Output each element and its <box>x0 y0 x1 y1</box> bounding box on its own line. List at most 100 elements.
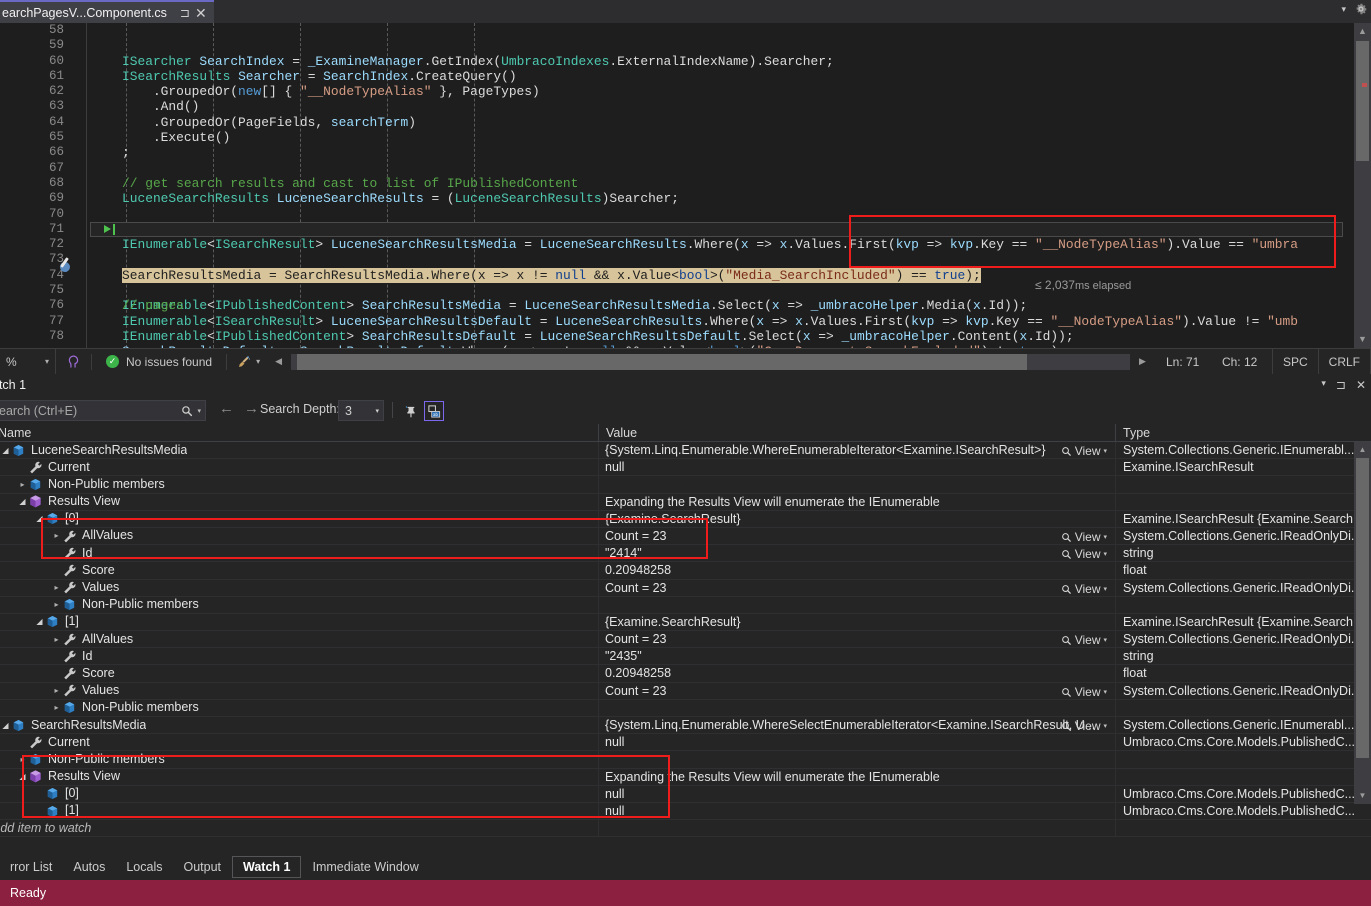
add-watch-row[interactable]: Add item to watch <box>0 820 1371 838</box>
column-divider-1[interactable] <box>598 424 599 442</box>
expander-expanded-icon[interactable]: ◢ <box>34 614 45 630</box>
chevron-down-icon-cleanup[interactable]: ▾ <box>256 357 260 366</box>
watch-row[interactable]: ▸ Values Count = 23 View ▾ System.Collections… <box>0 682 1371 700</box>
eol-indicator[interactable]: CRLF <box>1317 349 1371 374</box>
watch-cell-value[interactable]: {System.Linq.Enumerable.WhereEnumerableI… <box>600 442 1113 458</box>
watch-row[interactable]: ▸ Non-Public members <box>0 751 1371 769</box>
watch-cell-value[interactable] <box>600 751 1113 767</box>
magnifier-view-button[interactable]: View ▾ <box>1061 443 1107 458</box>
watch-cell-value[interactable]: "2414" View ▾ <box>600 545 1113 561</box>
expander-expanded-icon[interactable]: ◢ <box>17 494 28 510</box>
watch-row[interactable]: ▸ Non-Public members <box>0 476 1371 494</box>
watch-cell-value[interactable]: null <box>600 734 1113 750</box>
search-depth-chevron-icon[interactable]: ▾ <box>375 407 379 415</box>
view-dropdown-icon[interactable]: ▾ <box>1103 443 1107 458</box>
expander-collapsed-icon[interactable]: ▸ <box>51 580 62 596</box>
spaces-indicator[interactable]: SPC <box>1271 349 1318 374</box>
gear-icon[interactable] <box>1354 2 1368 16</box>
watch-row[interactable]: ▸ Non-Public members <box>0 596 1371 614</box>
expander-expanded-icon[interactable]: ◢ <box>34 511 45 527</box>
code-cleanup-button[interactable]: ▾ <box>227 349 270 374</box>
search-input[interactable]: earch (Ctrl+E) ▾ <box>0 400 206 421</box>
debug-tab-watch-1[interactable]: Watch 1 <box>232 855 302 878</box>
search-previous-button[interactable]: ← <box>216 400 237 417</box>
watch-cell-value[interactable]: Expanding the Results View will enumerat… <box>600 769 1113 785</box>
expander-collapsed-icon[interactable]: ▸ <box>17 476 28 492</box>
issues-indicator[interactable]: ✓ No issues found <box>92 349 226 374</box>
hscroll-left-arrow-icon[interactable]: ◀ <box>270 356 287 367</box>
watch-scroll-up-icon[interactable]: ▲ <box>1354 442 1371 458</box>
editor-horizontal-scrollbar[interactable] <box>291 353 1131 370</box>
pin-variable-button[interactable] <box>400 401 420 421</box>
expander-expanded-icon[interactable]: ◢ <box>17 769 28 785</box>
watch-row[interactable]: ◢ Results View Expanding the Results View … <box>0 493 1371 511</box>
magnifier-view-button[interactable]: View ▾ <box>1061 632 1107 647</box>
magnifier-view-button[interactable]: View ▾ <box>1061 684 1107 699</box>
expander-collapsed-icon[interactable]: ▸ <box>51 683 62 699</box>
panel-pin-icon[interactable]: ⊐ <box>1336 378 1346 392</box>
debug-tab-rror-list[interactable]: rror List <box>0 857 62 877</box>
expander-collapsed-icon[interactable]: ▸ <box>51 597 62 613</box>
watch-cell-value[interactable]: Expanding the Results View will enumerat… <box>600 494 1113 510</box>
magnifier-view-button[interactable]: View ▾ <box>1061 581 1107 596</box>
watch-row[interactable]: ◢ [1] {Examine.SearchResult} Examine.ISearc… <box>0 613 1371 632</box>
view-dropdown-icon[interactable]: ▾ <box>1103 529 1107 544</box>
view-dropdown-icon[interactable]: ▾ <box>1103 632 1107 647</box>
column-divider-2[interactable] <box>1115 424 1116 442</box>
watch-row[interactable]: ◢ [0] {Examine.SearchResult} Examine.ISearc… <box>0 510 1371 528</box>
panel-close-icon[interactable]: ✕ <box>1356 378 1366 392</box>
editor-vertical-scrollbar[interactable]: ▲ ▼ <box>1354 23 1371 348</box>
watch-cell-value[interactable]: {System.Linq.Enumerable.WhereSelectEnume… <box>600 717 1113 733</box>
expander-expanded-icon[interactable]: ◢ <box>0 442 11 458</box>
search-depth-combo[interactable]: 3 ▾ <box>338 400 384 421</box>
watch-row[interactable]: ◢ SearchResultsMedia {System.Linq.Enumerab… <box>0 717 1371 735</box>
watch-row[interactable]: ◢ LuceneSearchResultsMedia {System.Linq.En… <box>0 442 1371 460</box>
watch-cell-value[interactable] <box>600 700 1113 716</box>
chevron-down-icon[interactable]: ▾ <box>45 357 49 366</box>
watch-cell-value[interactable] <box>600 476 1113 492</box>
watch-row[interactable]: Current null Umbraco.Cms.Core.Models.Publi… <box>0 734 1371 752</box>
hscroll-right-arrow-icon[interactable]: ▶ <box>1134 356 1160 367</box>
watch-cell-value[interactable]: Count = 23 View ▾ <box>600 631 1113 647</box>
scroll-down-arrow-icon[interactable]: ▼ <box>1354 331 1371 348</box>
editor-scroll-thumb[interactable] <box>1356 41 1369 161</box>
document-tab[interactable]: earchPagesV...Component.cs ⊐ ✕ <box>0 0 214 23</box>
debug-tab-locals[interactable]: Locals <box>116 857 172 877</box>
watch-cell-value[interactable] <box>600 597 1113 613</box>
magnifier-view-button[interactable]: View ▾ <box>1061 718 1107 733</box>
watch-cell-value[interactable]: null <box>600 459 1113 475</box>
watch-row[interactable]: ▸ Values Count = 23 View ▾ System.Collections… <box>0 579 1371 597</box>
column-header-type[interactable]: Type <box>1117 424 1150 442</box>
magnifier-view-button[interactable]: View ▾ <box>1061 546 1107 561</box>
panel-menu-icon[interactable]: ▾ <box>1321 378 1326 392</box>
expander-collapsed-icon[interactable]: ▸ <box>51 700 62 716</box>
watch-scroll-down-icon[interactable]: ▼ <box>1354 788 1371 804</box>
watch-vertical-scrollbar[interactable]: ▲ ▼ <box>1354 442 1371 804</box>
debug-tab-output[interactable]: Output <box>173 857 231 877</box>
watch-row[interactable]: [1] null Umbraco.Cms.Core.Models.Published… <box>0 802 1371 821</box>
expander-collapsed-icon[interactable]: ▸ <box>17 751 28 767</box>
watch-row[interactable]: Current null Examine.ISearchResult <box>0 459 1371 477</box>
watch-row[interactable]: ▸ Non-Public members <box>0 699 1371 717</box>
hex-display-toggle[interactable]: ab <box>424 401 444 421</box>
glyph-margin[interactable] <box>52 23 86 348</box>
close-tab-icon[interactable]: ✕ <box>195 6 207 20</box>
watch-row[interactable]: ▸ AllValues Count = 23 View ▾ System.Collecti… <box>0 631 1371 649</box>
watch-row[interactable]: ▸ AllValues Count = 23 View ▾ System.Collecti… <box>0 527 1371 546</box>
debug-tab-autos[interactable]: Autos <box>63 857 115 877</box>
code-text-area[interactable]: ISearcher SearchIndex = _ExamineManager.… <box>90 23 1353 348</box>
hscroll-thumb[interactable] <box>297 353 1027 370</box>
watch-row[interactable]: Score 0.20948258 float <box>0 665 1371 683</box>
search-icon[interactable] <box>181 405 193 417</box>
zoom-level-combo[interactable]: % ▾ <box>0 349 56 374</box>
watch-row[interactable]: Score 0.20948258 float <box>0 562 1371 580</box>
magnifier-view-button[interactable]: View ▾ <box>1061 529 1107 544</box>
expander-collapsed-icon[interactable]: ▸ <box>51 528 62 544</box>
watch-row[interactable]: Id "2435" string <box>0 648 1371 666</box>
watch-cell-value[interactable]: null <box>600 786 1113 802</box>
column-header-value[interactable]: Value <box>600 424 637 442</box>
intellicode-icon[interactable] <box>56 349 91 374</box>
view-dropdown-icon[interactable]: ▾ <box>1103 718 1107 733</box>
watch-row[interactable]: Id "2414" View ▾ string <box>0 545 1371 563</box>
watch-cell-value[interactable]: 0.20948258 <box>600 665 1113 681</box>
